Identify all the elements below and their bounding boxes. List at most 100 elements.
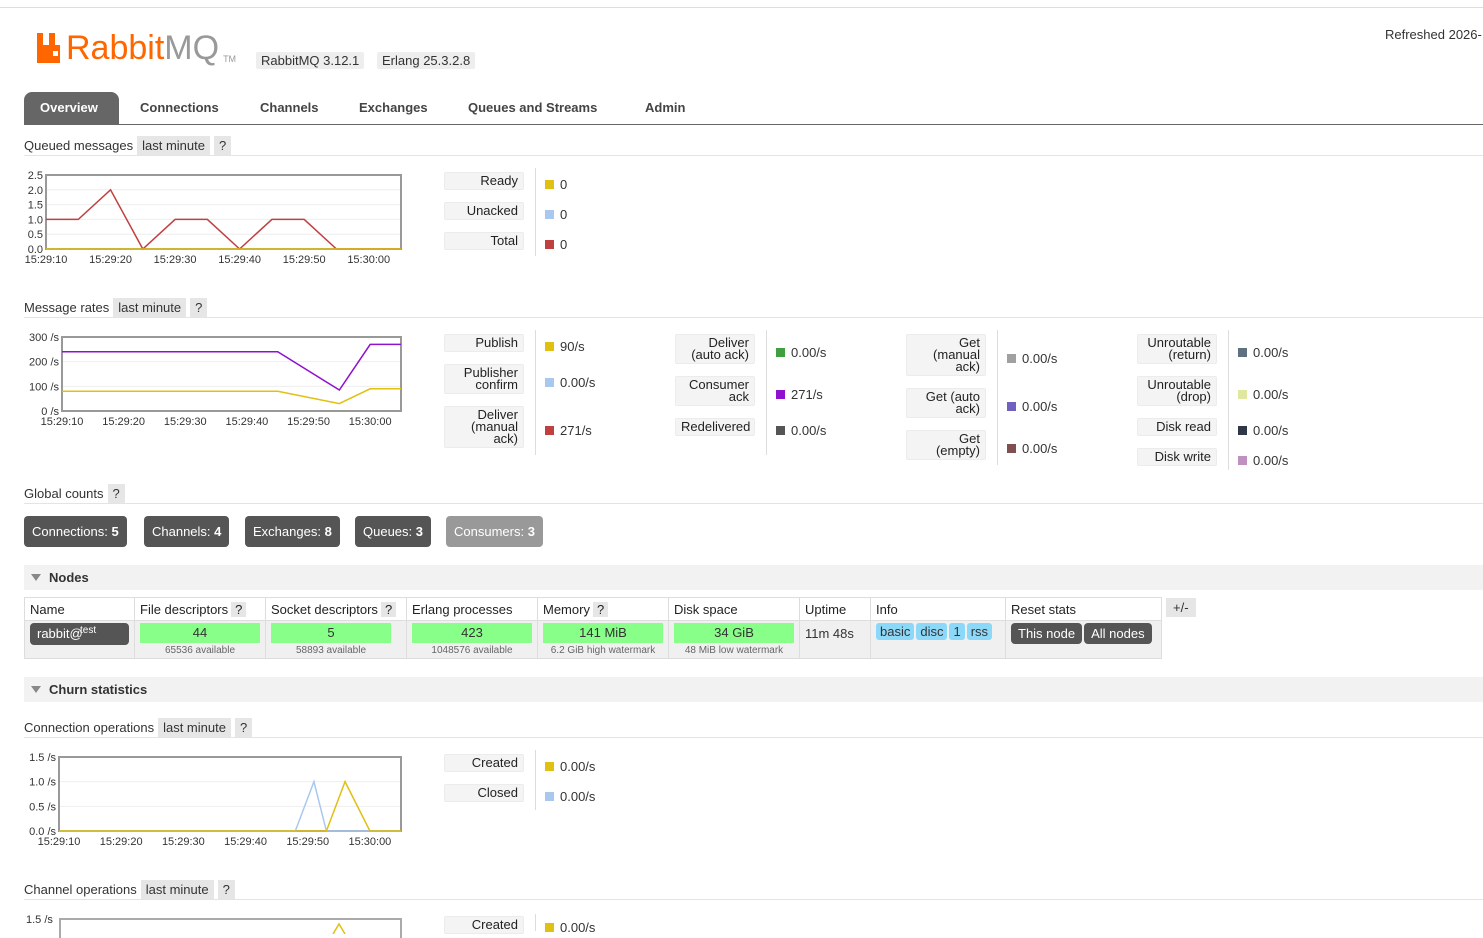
channel-operations-help[interactable]: ? [217,880,235,899]
tab-queues-and-streams[interactable]: Queues and Streams [452,92,613,124]
connections-count-button[interactable]: Connections: 5 [24,516,127,547]
global-counts-help[interactable]: ? [107,484,125,503]
col-socket-descriptors-label: Socket descriptors [271,601,378,617]
rabbit-logo-icon [37,33,60,63]
message-rates-help[interactable]: ? [190,298,208,317]
top-divider [0,7,1483,8]
global-counts-label: Global counts [24,486,104,501]
exchanges-count-label: Exchanges: [253,524,321,539]
y-tick-label: 1.5 /s [29,752,56,764]
memory-bar[interactable]: 141 MiB [543,623,663,643]
col-socket-descriptors[interactable]: Socket descriptors? [265,597,407,621]
y-tick-label: 1.0 [28,214,43,226]
value-disk-write-text: 0.00/s [1253,453,1289,468]
columns-toggle-button[interactable]: +/- [1166,598,1196,617]
swatch-unroutable-return [1238,348,1247,357]
x-tick-label: 15:29:10 [41,416,84,428]
value-conn-closed: 0.00/s [545,789,595,804]
channel-ops-peak-marker [332,922,346,934]
tab-admin[interactable]: Admin [629,92,701,124]
value-conn-created: 0.00/s [545,759,595,774]
x-tick-label: 15:29:20 [102,416,145,428]
reset-this-node-button[interactable]: This node [1011,623,1083,644]
col-reset-stats[interactable]: Reset stats [1005,597,1162,621]
churn-section-header[interactable]: Churn statistics [24,677,1483,702]
legend-unroutable-drop: Unroutable (drop) [1137,376,1217,406]
legend-separator [535,168,536,256]
swatch-consumer-ack [776,390,785,399]
queues-count-button[interactable]: Queues: 3 [355,516,432,547]
value-total: 0 [545,237,567,252]
col-file-descriptors[interactable]: File descriptors? [134,597,266,621]
value-publish-text: 90/s [560,339,585,354]
info-rss-badge[interactable]: rss [966,623,993,640]
node-name-link[interactable]: rabbit@ test [30,623,129,645]
col-name[interactable]: Name [24,597,135,621]
col-erlang-processes[interactable]: Erlang processes [406,597,538,621]
value-deliver-auto-ack: 0.00/s [776,345,826,360]
value-unacked: 0 [545,207,567,222]
file-descriptors-available: 65536 available [164,645,236,656]
x-tick-label: 15:29:10 [38,836,81,848]
value-unroutable-return-text: 0.00/s [1253,345,1289,360]
x-tick-label: 15:29:20 [89,254,132,266]
info-disc-badge[interactable]: disc [916,623,948,640]
x-tick-label: 15:29:30 [164,416,207,428]
memory-help[interactable]: ? [592,601,609,617]
refreshed-timestamp[interactable]: Refreshed 2026- [1385,27,1482,42]
section-divider [24,737,1483,738]
socket-descriptors-help[interactable]: ? [380,601,397,617]
swatch-publish [545,342,554,351]
swatch-conn-created [545,762,554,771]
nodes-table: Name File descriptors? Socket descriptor… [24,597,1162,659]
reset-all-nodes-button[interactable]: All nodes [1084,623,1152,644]
exchanges-count-button[interactable]: Exchanges: 8 [245,516,340,547]
consumers-count-button[interactable]: Consumers: 3 [446,516,543,547]
info-basic-badge[interactable]: basic [876,623,915,640]
info-cell: basic disc 1 rss [870,620,1006,659]
value-disk-write: 0.00/s [1238,453,1288,468]
col-disk-space[interactable]: Disk space [668,597,800,621]
queued-messages-range[interactable]: last minute [137,136,210,155]
value-chan-created: 0.00/s [545,920,595,935]
col-memory[interactable]: Memory? [537,597,669,621]
col-uptime[interactable]: Uptime [799,597,871,621]
legend-separator [535,750,536,810]
tab-connections[interactable]: Connections [124,92,235,124]
legend-separator [997,330,998,465]
swatch-conn-closed [545,792,554,801]
erlang-processes-bar: 423 [412,623,532,643]
tab-overview[interactable]: Overview [24,92,119,124]
message-rates-range[interactable]: last minute [113,298,187,317]
x-tick-label: 15:30:00 [349,416,392,428]
nodes-section-header[interactable]: Nodes [24,565,1483,590]
global-counts-title: Global counts? [24,484,125,503]
channel-operations-range[interactable]: last minute [140,880,214,899]
collapse-triangle-icon [31,686,41,693]
legend-get-auto-ack: Get (auto ack) [906,388,986,418]
tab-channels[interactable]: Channels [244,92,335,124]
connection-operations-help[interactable]: ? [234,718,253,737]
queued-messages-help[interactable]: ? [214,136,232,155]
disk-space-bar[interactable]: 34 GiB [674,623,794,643]
info-count-badge[interactable]: 1 [949,623,965,640]
table-row: rabbit@ test 44 65536 available 5 58893 ava… [24,620,1162,659]
x-tick-label: 15:29:20 [100,836,143,848]
value-conn-closed-text: 0.00/s [560,789,596,804]
value-redelivered: 0.00/s [776,423,826,438]
series-line-0 [62,343,401,392]
file-descriptors-help[interactable]: ? [231,601,247,617]
y-tick-label: 100 /s [29,381,59,393]
connection-operations-range[interactable]: last minute [158,718,231,737]
channel-ops-y-tick: 1.5 /s [26,914,53,926]
legend-consumer-ack: Consumer ack [675,376,755,406]
channels-count-button[interactable]: Channels: 4 [144,516,230,547]
socket-descriptors-cell: 5 58893 available [265,620,407,659]
erlang-processes-available: 1048576 available [431,645,513,656]
channel-operations-chart [59,918,402,938]
swatch-ready [545,180,554,189]
tab-exchanges[interactable]: Exchanges [343,92,444,124]
col-info[interactable]: Info [870,597,1006,621]
rabbitmq-logo[interactable]: RabbitMQ TM [36,30,236,66]
swatch-deliver-auto-ack [776,348,785,357]
